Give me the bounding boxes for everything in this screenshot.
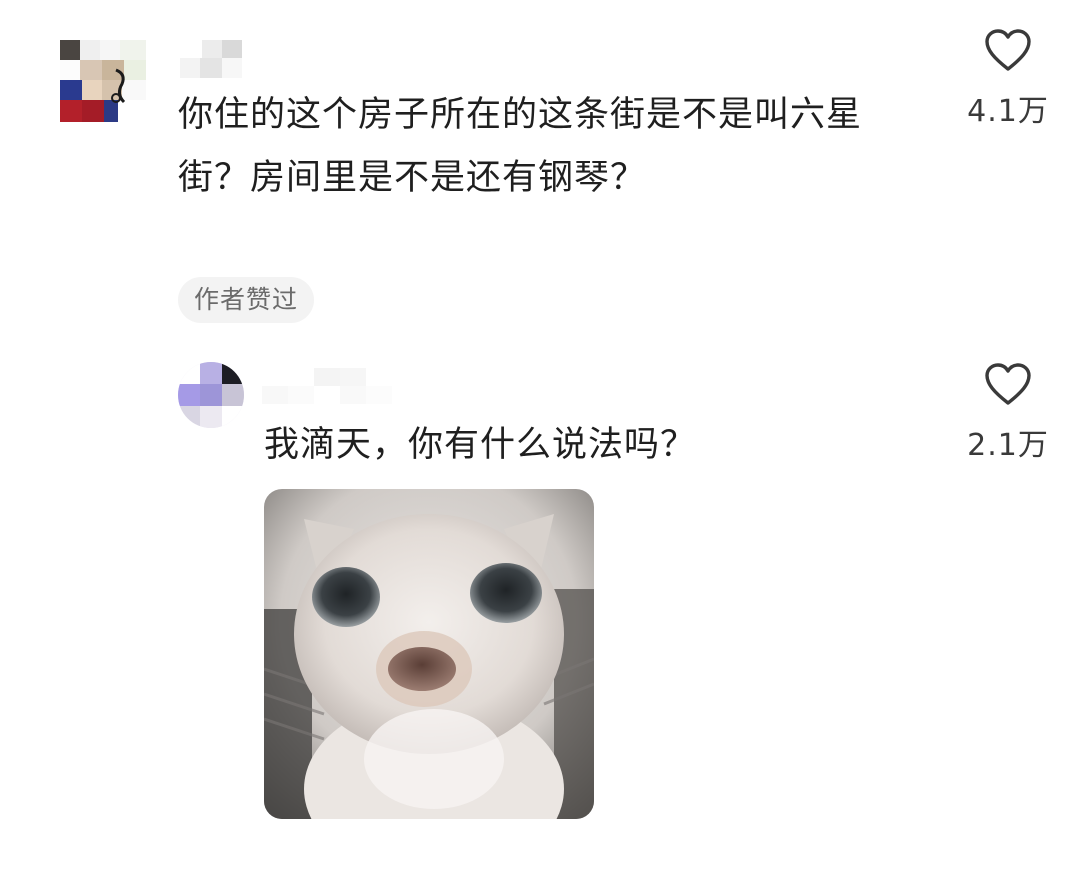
commenter-username-blurred[interactable] [180, 40, 242, 78]
heart-outline-icon[interactable] [984, 28, 1032, 72]
comment-text: 你住的这个房子所在的这条街是不是叫六星街？房间里是不是还有钢琴？ [178, 95, 863, 198]
comment-like[interactable]: 4.1万 [958, 28, 1058, 130]
reply-text: 我滴天，你有什么说法吗？ [264, 425, 697, 465]
comment-like-count: 4.1万 [967, 94, 1049, 129]
kitten-meme-image[interactable] [264, 489, 594, 819]
replier-username-blurred[interactable] [262, 368, 392, 404]
heart-outline-icon[interactable] [984, 362, 1032, 406]
reply-like[interactable]: 2.1万 [958, 362, 1058, 464]
commenter-avatar[interactable] [60, 40, 146, 122]
replier-avatar[interactable] [178, 362, 244, 428]
author-liked-badge: 作者赞过 [178, 277, 315, 323]
reply-like-count: 2.1万 [967, 428, 1049, 463]
